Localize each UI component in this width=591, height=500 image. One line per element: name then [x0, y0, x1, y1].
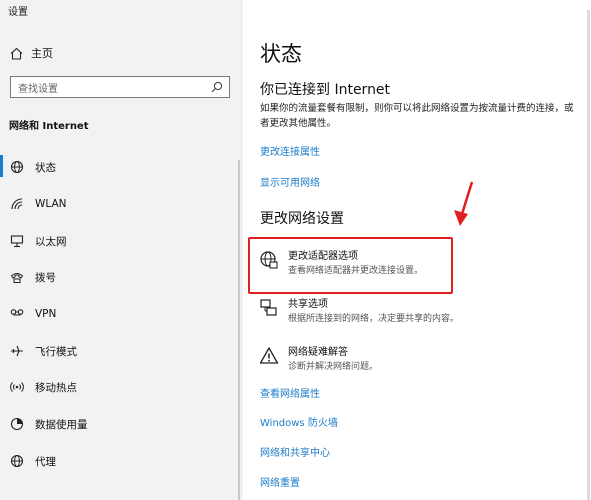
highlight-box [248, 237, 453, 294]
home-icon [10, 47, 23, 60]
warning-icon [259, 346, 281, 368]
link-show-available-networks[interactable]: 显示可用网络 [260, 174, 320, 189]
connected-heading: 你已连接到 Internet [260, 82, 391, 98]
sidebar: 设置 主页 网络和 Internet 状态 WLAN 以太网 拨号 VPN 飞行… [0, 0, 243, 500]
option-description: 根据所连接到的网络，决定要共享的内容。 [288, 314, 460, 324]
search-input[interactable] [11, 79, 201, 100]
wifi-icon [9, 196, 25, 212]
option-title: 网络疑难解答 [288, 347, 348, 358]
page-title: 状态 [260, 42, 302, 66]
change-settings-heading: 更改网络设置 [260, 211, 344, 227]
sidebar-home[interactable]: 主页 [10, 44, 53, 62]
link-network-reset[interactable]: 网络重置 [260, 474, 300, 489]
sidebar-item-dialup[interactable]: 拨号 [9, 267, 56, 287]
home-label: 主页 [31, 47, 53, 60]
sharing-icon [259, 298, 281, 320]
option-troubleshoot[interactable]: 网络疑难解答 诊断并解决网络问题。 [259, 346, 378, 374]
main-scrollbar[interactable] [587, 10, 590, 500]
vpn-icon [9, 306, 25, 322]
window-title: 设置 [8, 7, 28, 18]
sidebar-item-vpn[interactable]: VPN [9, 304, 56, 324]
link-windows-firewall[interactable]: Windows 防火墙 [260, 414, 338, 429]
option-description: 诊断并解决网络问题。 [288, 362, 379, 372]
sidebar-item-airplane[interactable]: 飞行模式 [9, 341, 77, 361]
sidebar-scrollbar[interactable] [238, 160, 240, 500]
airplane-icon [9, 343, 25, 359]
ethernet-icon [9, 233, 25, 249]
hotspot-icon [9, 379, 25, 395]
sidebar-item-wlan[interactable]: WLAN [9, 194, 67, 214]
arrow-pointer-icon [454, 181, 474, 226]
sidebar-item-proxy[interactable]: 代理 [9, 451, 56, 471]
sidebar-item-hotspot[interactable]: 移动热点 [9, 377, 77, 397]
connected-description: 如果你的流量套餐有限制，则你可以将此网络设置为按流量计费的连接，或者更改其他属性… [260, 103, 574, 129]
sidebar-item-status[interactable]: 状态 [9, 157, 56, 177]
option-sharing[interactable]: 共享选项 根据所连接到的网络，决定要共享的内容。 [259, 298, 459, 326]
link-view-network-properties[interactable]: 查看网络属性 [260, 385, 320, 400]
data-usage-icon [9, 416, 25, 432]
option-title: 共享选项 [288, 299, 328, 310]
search-box[interactable] [10, 76, 230, 100]
proxy-globe-icon [9, 453, 25, 469]
status-globe-icon [9, 159, 25, 175]
search-icon[interactable] [211, 81, 223, 93]
section-label: 网络和 Internet [9, 121, 89, 132]
link-network-sharing-center[interactable]: 网络和共享中心 [260, 444, 330, 459]
dialup-icon [9, 269, 25, 285]
sidebar-item-ethernet[interactable]: 以太网 [9, 231, 67, 251]
link-change-connection-properties[interactable]: 更改连接属性 [260, 143, 320, 158]
active-indicator [0, 155, 3, 177]
sidebar-item-data-usage[interactable]: 数据使用量 [9, 414, 88, 434]
